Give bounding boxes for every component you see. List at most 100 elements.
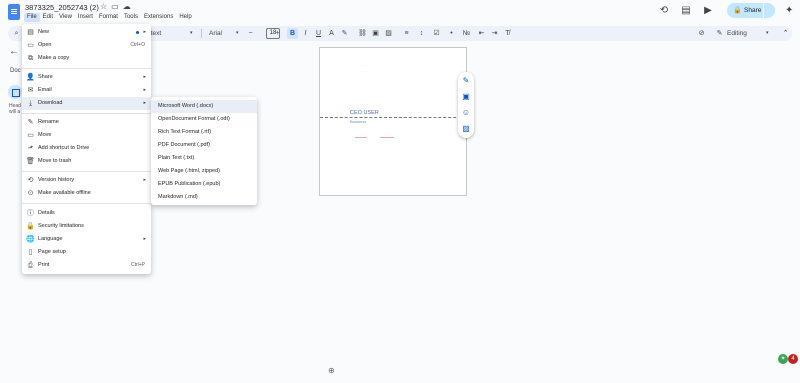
email-icon: ✉ bbox=[27, 87, 34, 94]
menu-item-email[interactable]: ✉ Email ▸ bbox=[22, 84, 151, 97]
menu-help[interactable]: Help bbox=[176, 13, 194, 22]
cloud-status-icon[interactable]: ☁ bbox=[123, 2, 135, 11]
title-icons: ☆▭☁ bbox=[100, 2, 135, 11]
increase-indent-icon[interactable]: ⇥ bbox=[489, 28, 500, 39]
star-icon[interactable]: ☆ bbox=[100, 2, 111, 11]
menu-edit[interactable]: Edit bbox=[40, 13, 56, 22]
numbered-list-icon[interactable]: № bbox=[461, 28, 472, 39]
download-html[interactable]: Web Page (.html, zipped) bbox=[151, 165, 257, 178]
menu-item-print[interactable]: ⎙ Print Ctrl+P bbox=[22, 259, 151, 272]
history-icon[interactable]: ⟲ bbox=[658, 5, 670, 17]
menu-item-new[interactable]: ▤ New ▸ bbox=[22, 26, 151, 39]
menu-item-label: Make available offline bbox=[38, 190, 91, 196]
insert-image-icon[interactable]: ▨ bbox=[383, 28, 394, 39]
highlight-icon[interactable]: ✎ bbox=[339, 28, 350, 39]
back-arrow-icon[interactable]: ← bbox=[9, 46, 19, 57]
menu-item-page-setup[interactable]: ▯ Page setup bbox=[22, 246, 151, 259]
menu-item-label: Email bbox=[38, 87, 52, 93]
menu-item-security[interactable]: 🔒 Security limitations bbox=[22, 220, 151, 233]
decrease-indent-icon[interactable]: ⇤ bbox=[476, 28, 487, 39]
download-txt[interactable]: Plain Text (.txt) bbox=[151, 152, 257, 165]
notification-badge[interactable]: 4 bbox=[788, 354, 798, 364]
collapse-toolbar-icon[interactable]: ⌃ bbox=[780, 28, 791, 39]
add-comment-icon[interactable]: ▣ bbox=[370, 28, 381, 39]
document-page[interactable]: · · · · · · · · · CEO USER Business bbox=[319, 47, 467, 196]
bold-icon[interactable]: B bbox=[287, 28, 298, 39]
emoji-reaction-icon[interactable]: ☺ bbox=[461, 108, 471, 118]
menu-item-version-history[interactable]: ⟲ Version history ▸ bbox=[22, 174, 151, 187]
share-divider bbox=[763, 3, 764, 18]
menu-item-move-trash[interactable]: 🗑 Move to trash bbox=[22, 155, 151, 168]
red-mark-1 bbox=[355, 137, 367, 138]
search-menus-icon[interactable]: ⌕ bbox=[11, 28, 22, 39]
explore-icon[interactable]: ✦ bbox=[778, 354, 788, 364]
menu-item-download[interactable]: ⤓ Download ▸ bbox=[22, 97, 151, 110]
download-docx[interactable]: Microsoft Word (.docx) bbox=[151, 100, 257, 113]
download-epub[interactable]: EPUB Publication (.epub) bbox=[151, 178, 257, 191]
menu-item-label: Details bbox=[38, 210, 55, 216]
page-navigation-icon[interactable]: ⊕ bbox=[328, 366, 335, 375]
submenu-arrow-icon: ▸ bbox=[143, 29, 146, 35]
menu-item-label: Download bbox=[38, 100, 63, 106]
download-pdf[interactable]: PDF Document (.pdf) bbox=[151, 139, 257, 152]
suggest-edits-icon[interactable]: ▨ bbox=[461, 124, 471, 134]
text-color-icon[interactable]: A bbox=[326, 28, 337, 39]
menu-bar: File Edit View Insert Format Tools Exten… bbox=[24, 13, 195, 22]
style-caret-icon[interactable]: ▾ bbox=[190, 26, 193, 41]
menu-format[interactable]: Format bbox=[96, 13, 121, 22]
decrease-font-icon[interactable]: − bbox=[245, 28, 256, 39]
font-select[interactable]: Arial bbox=[209, 26, 222, 41]
new-indicator-dot bbox=[136, 31, 139, 34]
menu-item-details[interactable]: ⓘ Details bbox=[22, 207, 151, 220]
menu-item-label: Version history bbox=[38, 177, 75, 183]
menu-item-label: Add shortcut to Drive bbox=[38, 145, 90, 151]
menu-item-open[interactable]: ▭ Open Ctrl+O bbox=[22, 39, 151, 52]
comments-icon[interactable]: ▤ bbox=[680, 5, 692, 17]
menu-item-offline[interactable]: ⊙ Make available offline bbox=[22, 187, 151, 200]
menu-item-label: New bbox=[38, 29, 50, 35]
menu-item-add-shortcut[interactable]: ⬏ Add shortcut to Drive bbox=[22, 142, 151, 155]
line-spacing-icon[interactable]: ↕ bbox=[416, 28, 427, 39]
menu-insert[interactable]: Insert bbox=[75, 13, 96, 22]
mode-caret-icon[interactable]: ▾ bbox=[766, 26, 769, 41]
faded-line-2: · · · · bbox=[360, 69, 371, 75]
meet-icon[interactable]: ▶ bbox=[702, 5, 714, 17]
download-odt[interactable]: OpenDocument Format (.odt) bbox=[151, 113, 257, 126]
menu-item-make-copy[interactable]: ⧉ Make a copy bbox=[22, 52, 151, 65]
drive-shortcut-icon: ⬏ bbox=[27, 145, 34, 152]
document-title[interactable]: 3873325_2052743 (2) bbox=[25, 3, 99, 12]
menu-item-share[interactable]: 👤 Share ▸ bbox=[22, 71, 151, 84]
hide-menus-icon[interactable]: ⊘ bbox=[696, 28, 707, 39]
editing-mode-label[interactable]: Editing bbox=[727, 26, 747, 41]
underline-icon[interactable]: U bbox=[313, 28, 324, 39]
add-comment-side-icon[interactable]: ▣ bbox=[461, 92, 471, 102]
download-rtf[interactable]: Rich Text Format (.rtf) bbox=[151, 126, 257, 139]
move-folder-icon[interactable]: ▭ bbox=[111, 2, 123, 11]
menu-item-move[interactable]: ▭ Move bbox=[22, 129, 151, 142]
bulleted-list-icon[interactable]: • bbox=[446, 28, 457, 39]
italic-icon[interactable]: I bbox=[300, 28, 311, 39]
menu-item-rename[interactable]: ✎ Rename bbox=[22, 116, 151, 129]
editing-mode-icon[interactable]: ✎ bbox=[714, 28, 725, 39]
download-icon: ⤓ bbox=[28, 100, 33, 107]
menu-view[interactable]: View bbox=[56, 13, 75, 22]
document-tab-icon[interactable] bbox=[8, 85, 22, 99]
history-icon: ⟲ bbox=[27, 177, 34, 184]
gemini-icon[interactable]: ✦ bbox=[785, 5, 793, 16]
help-me-write-icon[interactable]: ✎ bbox=[461, 76, 471, 86]
checklist-icon[interactable]: ☑ bbox=[431, 28, 442, 39]
increase-font-icon[interactable]: + bbox=[272, 28, 283, 39]
menu-file[interactable]: File bbox=[24, 13, 40, 22]
menu-tools[interactable]: Tools bbox=[121, 13, 141, 22]
download-md[interactable]: Markdown (.md) bbox=[151, 191, 257, 204]
menu-extensions[interactable]: Extensions bbox=[141, 13, 176, 22]
docs-logo-icon[interactable] bbox=[8, 4, 20, 20]
clear-formatting-icon[interactable]: T̸ bbox=[502, 28, 513, 39]
font-caret-icon[interactable]: ▾ bbox=[236, 26, 239, 41]
share-button[interactable]: 🔒 Share bbox=[727, 3, 775, 18]
align-icon[interactable]: ≡ bbox=[401, 28, 412, 39]
link-icon[interactable]: ⛓ bbox=[357, 28, 368, 39]
menu-item-language[interactable]: 🌐 Language ▸ bbox=[22, 233, 151, 246]
copy-icon: ⧉ bbox=[28, 55, 33, 62]
menu-divider bbox=[22, 113, 151, 114]
